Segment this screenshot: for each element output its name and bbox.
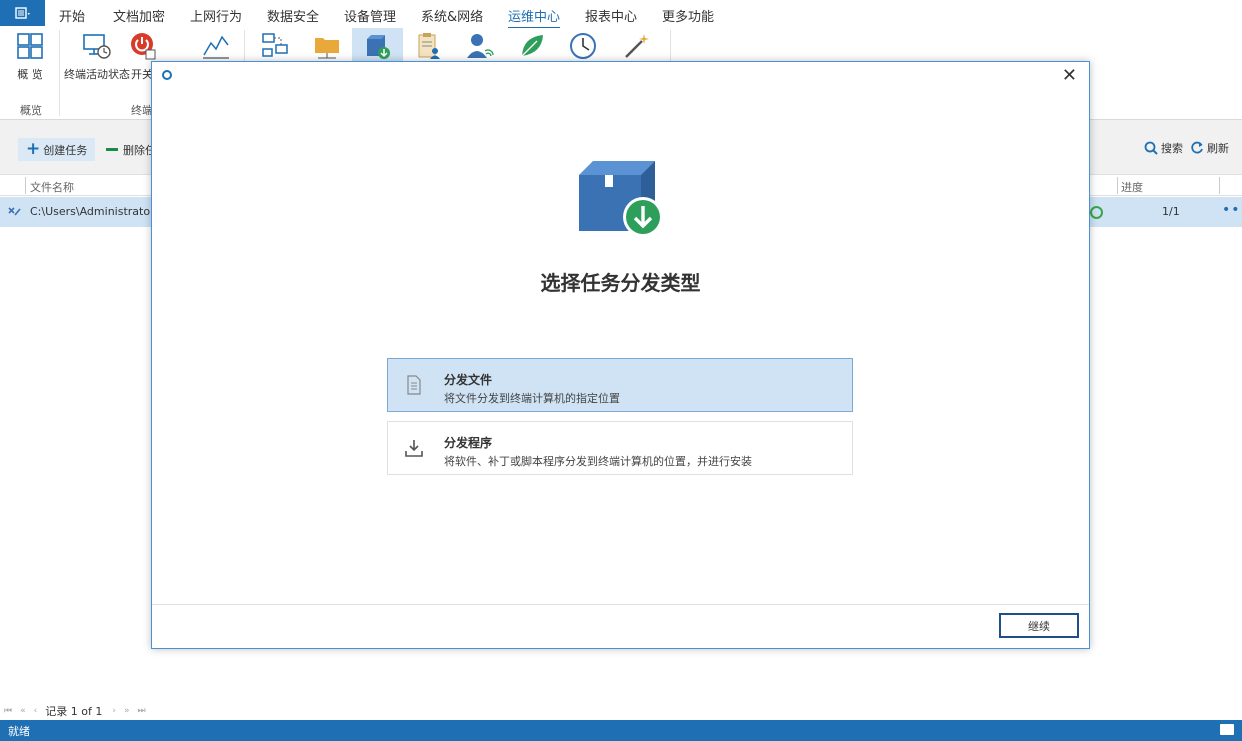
document-icon — [407, 375, 421, 395]
package-download-icon — [579, 161, 663, 237]
modal-overlay: ✕ 选择任务分发类型 分发文件 将文件分发到终端计算机的指定位置 分发程序 将软… — [0, 0, 1242, 741]
download-tray-icon — [405, 440, 423, 457]
distribution-type-dialog: ✕ 选择任务分发类型 分发文件 将文件分发到终端计算机的指定位置 分发程序 将软… — [151, 61, 1090, 649]
option-description: 将文件分发到终端计算机的指定位置 — [444, 392, 620, 405]
option-distribute-file[interactable]: 分发文件 将文件分发到终端计算机的指定位置 — [387, 358, 853, 412]
option-distribute-program[interactable]: 分发程序 将软件、补丁或脚本程序分发到终端计算机的位置，并进行安装 — [387, 421, 853, 475]
option-title: 分发文件 — [444, 373, 493, 387]
dialog-app-icon — [162, 70, 172, 80]
close-icon[interactable]: ✕ — [1062, 67, 1077, 85]
option-description: 将软件、补丁或脚本程序分发到终端计算机的位置，并进行安装 — [444, 455, 752, 468]
dialog-footer-divider — [152, 604, 1089, 605]
dialog-heading: 选择任务分发类型 — [540, 271, 701, 295]
option-title: 分发程序 — [444, 436, 493, 450]
continue-button[interactable]: 继续 — [999, 613, 1079, 638]
